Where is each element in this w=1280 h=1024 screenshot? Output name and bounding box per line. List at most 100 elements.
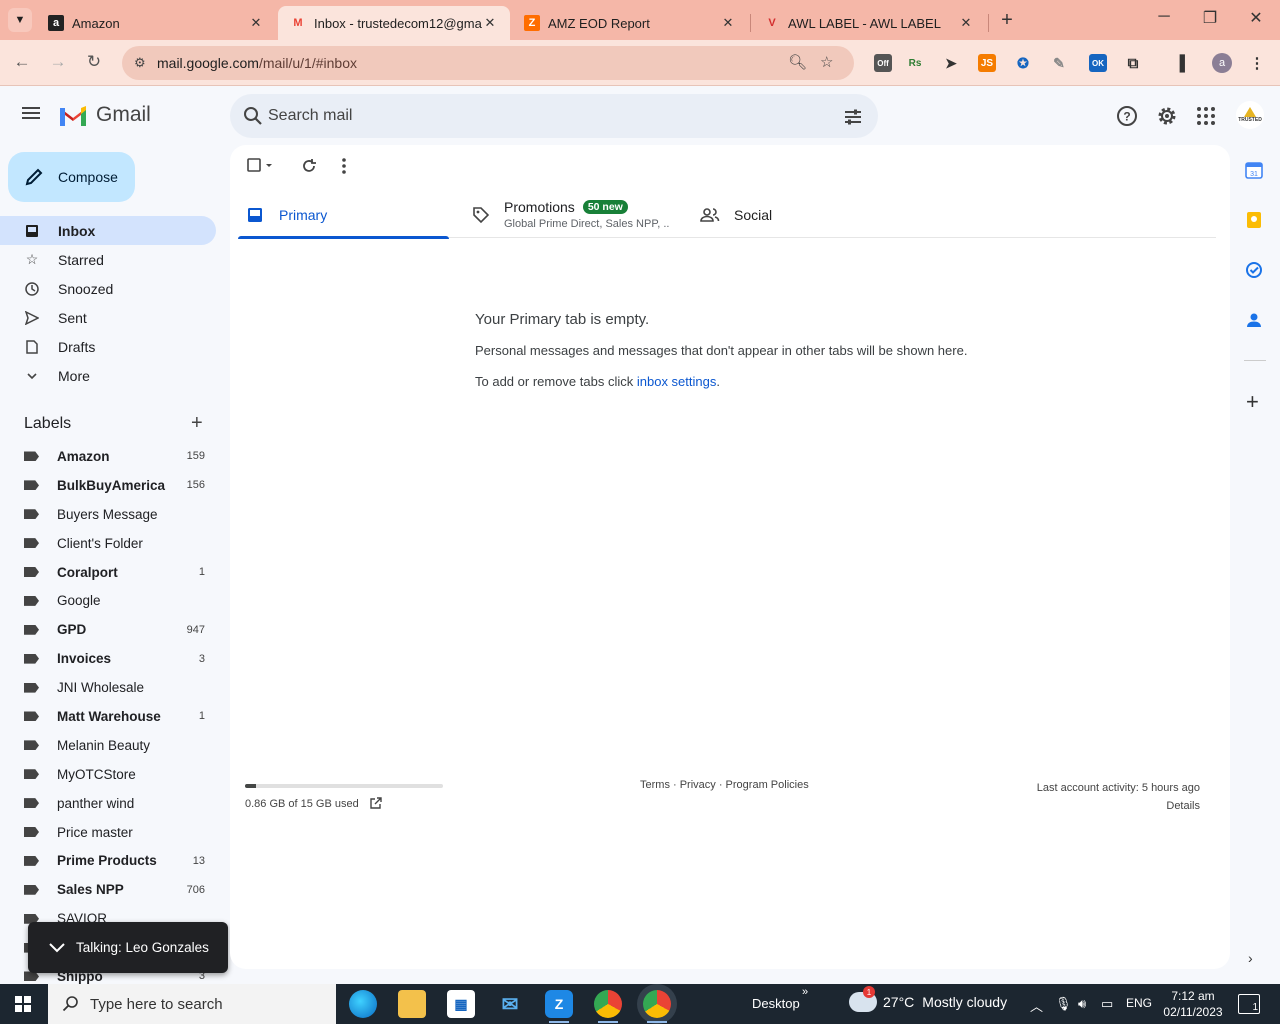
- extension-off-icon[interactable]: Off: [874, 54, 892, 72]
- label-item[interactable]: JNI Wholesale: [0, 673, 216, 702]
- input-language[interactable]: ENG: [1126, 996, 1152, 1010]
- bookmark-star-icon[interactable]: ☆: [820, 53, 833, 71]
- label-item[interactable]: Sales NPP 706: [0, 875, 216, 904]
- calendar-icon[interactable]: 31: [1245, 161, 1263, 179]
- contacts-icon[interactable]: [1245, 311, 1263, 329]
- label-item[interactable]: Amazon 159: [0, 442, 216, 471]
- label-item[interactable]: Prime Products 13: [0, 846, 216, 875]
- label-item[interactable]: BulkBuyAmerica 156: [0, 471, 216, 500]
- tab-social[interactable]: Social: [700, 191, 772, 238]
- label-item[interactable]: Melanin Beauty: [0, 731, 216, 760]
- double-chevron-icon[interactable]: »: [802, 986, 808, 998]
- label-item[interactable]: MyOTCStore: [0, 760, 216, 789]
- compose-button[interactable]: Compose: [8, 152, 135, 202]
- site-info-icon[interactable]: ⚙: [134, 55, 146, 71]
- microphone-icon[interactable]: 🎙︎: [1055, 996, 1072, 1012]
- url-text[interactable]: mail.google.com/mail/u/1/#inbox: [157, 55, 357, 71]
- desktop-toolbar-label[interactable]: Desktop: [752, 996, 800, 1011]
- close-tab-icon[interactable]: ✕: [482, 15, 498, 31]
- search-input[interactable]: [268, 94, 828, 138]
- file-explorer-icon[interactable]: [398, 990, 426, 1018]
- browser-tab-amz-eod-report[interactable]: Z AMZ EOD Report ✕: [512, 6, 748, 40]
- close-window-icon[interactable]: ✕: [1233, 8, 1279, 28]
- label-item[interactable]: Client's Folder: [0, 529, 216, 558]
- new-tab-plus-icon[interactable]: +: [996, 9, 1018, 32]
- label-item[interactable]: Google: [0, 586, 216, 615]
- label-item[interactable]: Coralport 1: [0, 558, 216, 587]
- chrome-profile-a-icon[interactable]: [643, 990, 671, 1023]
- gmail-logo-icon[interactable]: [58, 104, 88, 126]
- more-options-icon[interactable]: [338, 157, 350, 175]
- microsoft-store-icon[interactable]: ▦: [447, 990, 475, 1018]
- refresh-icon[interactable]: [300, 157, 318, 175]
- tab-promotions[interactable]: Promotions 50 new Global Prime Direct, Sa…: [472, 191, 670, 238]
- edge-browser-icon[interactable]: [349, 990, 377, 1018]
- address-bar[interactable]: ⚙ mail.google.com/mail/u/1/#inbox 🔍︎ ☆: [122, 46, 854, 80]
- google-apps-grid-icon[interactable]: [1195, 105, 1217, 127]
- nav-item-snoozed[interactable]: Snoozed: [0, 274, 216, 303]
- create-label-plus-icon[interactable]: +: [191, 412, 203, 435]
- account-logo-avatar[interactable]: TRUSTED: [1236, 101, 1264, 129]
- nav-item-starred[interactable]: ☆ Starred: [0, 245, 216, 274]
- extension-cursor-icon[interactable]: ➤: [942, 54, 960, 72]
- nav-item-more[interactable]: More: [0, 361, 216, 390]
- zoho-app-icon[interactable]: Z: [545, 990, 573, 1023]
- search-bar[interactable]: [230, 94, 878, 138]
- search-icon[interactable]: [242, 105, 264, 127]
- label-item[interactable]: GPD 947: [0, 615, 216, 644]
- keep-icon[interactable]: [1245, 211, 1263, 229]
- minimize-icon[interactable]: ─: [1141, 8, 1187, 26]
- storage-usage-bar[interactable]: [245, 784, 443, 788]
- chrome-menu-icon[interactable]: ⋮: [1248, 54, 1266, 72]
- label-item[interactable]: Buyers Message: [0, 500, 216, 529]
- extensions-puzzle-icon[interactable]: ⧉: [1124, 54, 1142, 72]
- search-options-icon[interactable]: [842, 106, 864, 128]
- close-tab-icon[interactable]: ✕: [958, 15, 974, 31]
- extension-puzzle-alt-icon[interactable]: ✎: [1050, 54, 1068, 72]
- extension-rs-icon[interactable]: Rs: [906, 54, 924, 72]
- label-item[interactable]: Price master: [0, 818, 216, 847]
- browser-tab-inbox[interactable]: M Inbox - trustedecom12@gmail.c ✕: [278, 6, 510, 40]
- restore-icon[interactable]: ❐: [1187, 8, 1233, 28]
- activity-details-link[interactable]: Details: [1037, 797, 1200, 815]
- inbox-settings-link[interactable]: inbox settings: [637, 374, 717, 389]
- tab-primary[interactable]: Primary: [238, 191, 449, 239]
- reload-icon[interactable]: ↻: [83, 52, 105, 72]
- extension-js-icon[interactable]: JS: [978, 54, 996, 72]
- back-arrow-icon[interactable]: ←: [11, 52, 33, 72]
- gmail-brand-text[interactable]: Gmail: [96, 103, 151, 127]
- get-addons-plus-icon[interactable]: +: [1246, 389, 1259, 415]
- nav-item-drafts[interactable]: Drafts: [0, 332, 216, 361]
- weather-widget[interactable]: 1 27°C Mostly cloudy: [849, 986, 1007, 1012]
- browser-tab-awl-label[interactable]: V AWL LABEL - AWL LABEL ✕: [752, 6, 986, 40]
- forward-arrow-icon[interactable]: →: [47, 52, 69, 72]
- mail-app-icon[interactable]: ✉: [496, 990, 524, 1018]
- chrome-profile-m-icon[interactable]: [594, 990, 622, 1023]
- zoom-icon[interactable]: 🔍︎: [788, 53, 807, 71]
- talking-call-banner[interactable]: Talking: Leo Gonzales: [28, 922, 228, 973]
- nav-item-sent[interactable]: Sent: [0, 303, 216, 332]
- open-external-icon[interactable]: [369, 797, 382, 810]
- close-tab-icon[interactable]: ✕: [720, 15, 736, 31]
- label-item[interactable]: Invoices 3: [0, 644, 216, 673]
- chevron-down-icon[interactable]: [48, 942, 66, 954]
- tasks-icon[interactable]: [1245, 261, 1263, 279]
- show-hidden-icons-chevron-icon[interactable]: ︿: [1030, 996, 1043, 1015]
- label-item[interactable]: Matt Warehouse 1: [0, 702, 216, 731]
- network-icon[interactable]: ▭: [1101, 996, 1113, 1012]
- main-menu-icon[interactable]: [22, 104, 44, 126]
- taskbar-search-box[interactable]: Type here to search: [48, 984, 336, 1024]
- extension-ok-icon[interactable]: OK: [1089, 54, 1107, 72]
- side-panel-icon[interactable]: ▌: [1176, 54, 1194, 72]
- extension-globe-icon[interactable]: ✪: [1014, 54, 1032, 72]
- help-icon[interactable]: ?: [1116, 105, 1138, 127]
- label-item[interactable]: panther wind: [0, 789, 216, 818]
- footer-policy-links[interactable]: Terms · Privacy · Program Policies: [640, 779, 809, 791]
- tab-search-button[interactable]: ▼: [8, 8, 32, 32]
- select-checkbox-icon[interactable]: [246, 157, 276, 175]
- chevron-right-icon[interactable]: ›: [1248, 950, 1253, 966]
- settings-gear-icon[interactable]: [1156, 105, 1178, 127]
- close-tab-icon[interactable]: ✕: [248, 15, 264, 31]
- notification-center-icon[interactable]: 1: [1238, 994, 1260, 1014]
- volume-icon[interactable]: 🔊︎: [1078, 996, 1086, 1012]
